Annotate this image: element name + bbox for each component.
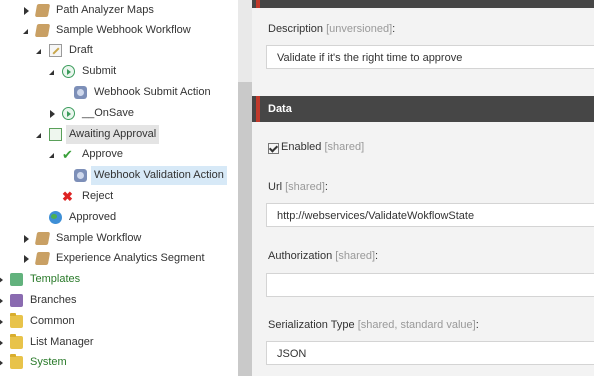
reject-icon: ✖ bbox=[62, 189, 73, 204]
globe-icon bbox=[49, 211, 62, 224]
collapse-arrow-icon[interactable] bbox=[48, 62, 58, 81]
workflow-icon bbox=[34, 24, 51, 37]
enabled-label: Enabled [shared] bbox=[281, 141, 365, 153]
branches-icon bbox=[10, 294, 23, 307]
expand-arrow-icon[interactable] bbox=[48, 104, 58, 123]
workflow-icon bbox=[34, 4, 51, 17]
templates-icon bbox=[10, 273, 23, 286]
folder-icon bbox=[10, 334, 23, 349]
collapse-arrow-icon[interactable] bbox=[35, 125, 45, 144]
action-icon bbox=[74, 169, 87, 182]
command-icon bbox=[62, 65, 75, 78]
enabled-checkbox[interactable] bbox=[268, 143, 279, 154]
data-section-header[interactable]: Data bbox=[252, 96, 594, 122]
expand-arrow-icon[interactable] bbox=[22, 229, 32, 248]
collapse-arrow-icon[interactable] bbox=[35, 41, 45, 60]
expand-arrow-icon[interactable] bbox=[22, 249, 32, 268]
authorization-field[interactable] bbox=[266, 273, 594, 297]
action-icon bbox=[74, 86, 87, 99]
tree-scrollbar[interactable] bbox=[238, 0, 252, 376]
command-icon bbox=[62, 107, 75, 120]
expand-arrow-icon[interactable] bbox=[0, 333, 6, 352]
url-label: Url [shared]: bbox=[268, 181, 328, 193]
data-section-title: Data bbox=[268, 103, 292, 115]
collapse-arrow-icon[interactable] bbox=[48, 145, 58, 164]
serialization-type-field[interactable]: JSON bbox=[266, 341, 594, 365]
folder-icon bbox=[10, 313, 23, 328]
description-field[interactable]: Validate if it's the right time to appro… bbox=[266, 45, 594, 69]
folder-icon bbox=[10, 354, 23, 369]
workflow-icon bbox=[34, 252, 51, 265]
expand-arrow-icon[interactable] bbox=[22, 1, 32, 20]
content-tree: Path Analyzer Maps Sample Webhook Workfl… bbox=[0, 0, 238, 376]
tree-scrollbar-thumb[interactable] bbox=[238, 82, 252, 376]
expand-arrow-icon[interactable] bbox=[0, 353, 6, 372]
url-field[interactable]: http://webservices/ValidateWokflowState bbox=[266, 203, 594, 227]
check-icon: ✔ bbox=[62, 147, 73, 162]
expand-arrow-icon[interactable] bbox=[0, 291, 6, 310]
section-header-previous[interactable] bbox=[252, 0, 594, 8]
draft-state-icon bbox=[49, 44, 62, 57]
authorization-label: Authorization [shared]: bbox=[268, 250, 379, 262]
expand-arrow-icon[interactable] bbox=[0, 270, 6, 289]
workflow-icon bbox=[34, 232, 51, 245]
description-label: Description [unversioned]: bbox=[268, 23, 396, 35]
state-icon bbox=[49, 128, 62, 141]
expand-arrow-icon[interactable] bbox=[0, 312, 6, 331]
item-editor: Description [unversioned]: Validate if i… bbox=[252, 0, 594, 376]
serialization-type-label: Serialization Type [shared, standard val… bbox=[268, 319, 479, 331]
collapse-arrow-icon[interactable] bbox=[22, 21, 32, 40]
